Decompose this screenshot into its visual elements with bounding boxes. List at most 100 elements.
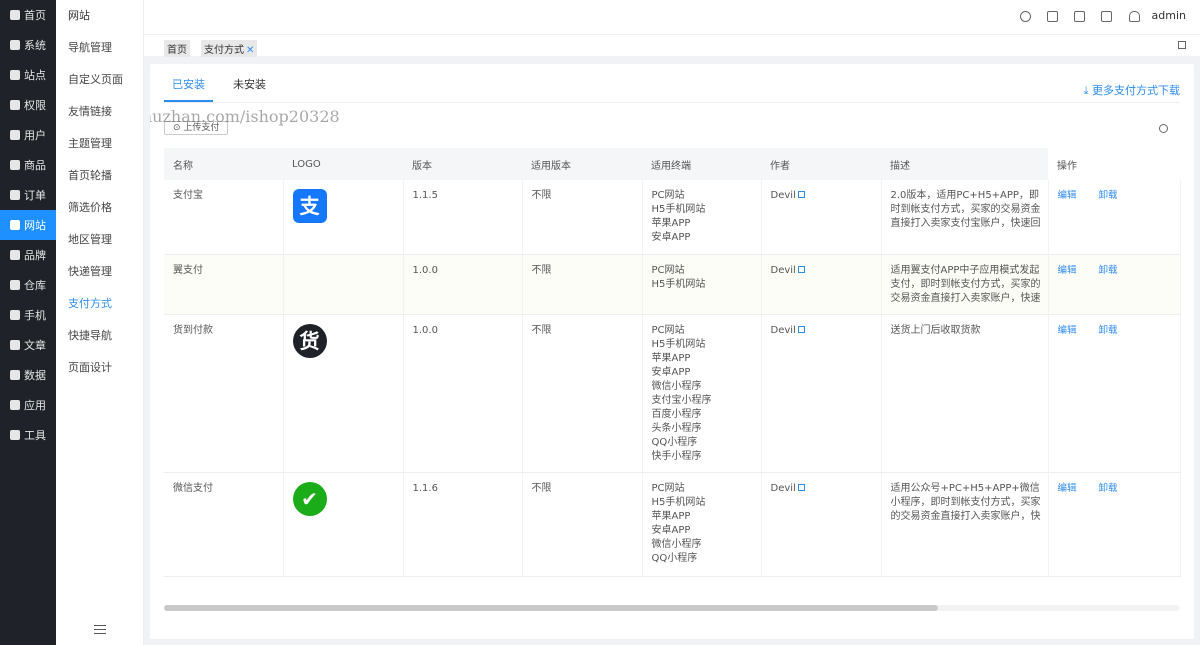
applicable-version: 不限 [522,180,643,255]
edit-link[interactable]: 编辑 [1058,265,1077,276]
wechat-logo-icon: ✔ [292,481,327,516]
secondary-nav-item-8[interactable]: 支付方式 [56,288,143,320]
page-tab-bar: 首页 支付方式 ✕ [144,34,1200,57]
website-icon [10,220,20,230]
terminal-item: PC网站 [651,190,685,201]
edit-link[interactable]: 编辑 [1058,325,1077,336]
logo-cell: ✔ [283,472,404,577]
tab-installed[interactable]: 已安装 [164,74,213,102]
payment-name: 货到付款 [164,314,284,473]
uninstall-link[interactable]: 卸载 [1099,190,1118,201]
author-link[interactable]: Devil [761,180,882,255]
payment-table: 名称 LOGO 版本 适用版本 适用终端 作者 描述 操作 支付宝支 1.1.5 不限 PC网站 H5… [164,148,1181,577]
terminal-item: QQ小程序 [651,436,698,448]
user-name[interactable]: admin [1152,9,1186,22]
sidebar-item-1[interactable]: 系统 [0,30,56,60]
more-download-link[interactable]: ⤓ 更多支付方式下载 [1084,82,1180,98]
terminal-item: H5手机网站 [651,338,706,350]
secondary-nav-item-1[interactable]: 自定义页面 [56,64,143,96]
article-icon [10,340,20,350]
secondary-sidebar: 网站 导航管理 自定义页面 友情链接 主题管理 首页轮播 筛选价格 地区管理 快递管理 支付方式… [56,0,144,645]
sidebar-item-12[interactable]: 数据 [0,360,56,390]
sidebar-item-14[interactable]: 工具 [0,420,56,450]
sidebar-item-7[interactable]: 网站 [0,210,56,240]
logo-cell: 支 [283,180,404,255]
uninstall-link[interactable]: 卸载 [1099,265,1118,276]
author-link[interactable]: Devil [761,472,882,577]
store-icon[interactable] [1047,11,1058,22]
app-icon [10,400,20,410]
sidebar-item-3[interactable]: 权限 [0,90,56,120]
author-link[interactable]: Devil [761,254,882,315]
description-text: 适用翼支付APP中子应用模式发起支付，即时到帐支付方式，买家的交易资金直接打入卖… [890,264,1041,304]
brand-icon [10,250,20,260]
sidebar-item-0[interactable]: 首页 [0,0,56,30]
install-tabs: 已安装 未安装 [164,74,286,104]
sidebar-item-8[interactable]: 品牌 [0,240,56,270]
phone-icon [10,310,20,320]
uninstall-link[interactable]: 卸载 [1099,483,1118,494]
column-header: 适用终端 [642,148,761,180]
sidebar-item-4[interactable]: 用户 [0,120,56,150]
theme-icon[interactable] [1020,11,1031,22]
sidebar-item-11[interactable]: 文章 [0,330,56,360]
column-header: LOGO [283,148,403,180]
author-link[interactable]: Devil [761,314,882,473]
sidebar-item-2[interactable]: 站点 [0,60,56,90]
uninstall-link[interactable]: 卸载 [1099,325,1118,336]
description-text: 送货上门后收取货款 [890,324,981,336]
secondary-nav-item-4[interactable]: 首页轮播 [56,160,143,192]
secondary-nav-item-3[interactable]: 主题管理 [56,128,143,160]
terminal-item: 快手小程序 [651,450,702,462]
page-tab-home[interactable]: 首页 [164,40,190,57]
secondary-nav-item-10[interactable]: 页面设计 [56,352,143,384]
main-panel: 已安装 未安装 ⤓ 更多支付方式下载 ⊙ 上传支付 名称 LOGO 版本 适用版本 适用… [150,64,1194,639]
applicable-version: 不限 [522,254,643,315]
secondary-nav-item-6[interactable]: 地区管理 [56,224,143,256]
tab-not-installed[interactable]: 未安装 [225,74,274,102]
sidebar-item-5[interactable]: 商品 [0,150,56,180]
version: 1.0.0 [403,254,523,315]
column-header: 作者 [761,148,881,180]
sidebar-item-10[interactable]: 手机 [0,300,56,330]
edit-link[interactable]: 编辑 [1058,190,1077,201]
warehouse-icon [10,280,20,290]
edit-link[interactable]: 编辑 [1058,483,1077,494]
sidebar-item-6[interactable]: 订单 [0,180,56,210]
version: 1.1.6 [403,472,523,577]
secondary-nav-item-5[interactable]: 筛选价格 [56,192,143,224]
horizontal-scrollbar[interactable] [164,605,1180,611]
column-header: 操作 [1048,148,1180,180]
actions-cell: 编辑 卸载 [1048,314,1181,473]
terminal-item: 支付宝小程序 [651,394,712,406]
close-icon[interactable]: ✕ [246,45,254,56]
permission-icon [10,100,20,110]
page-tab-payment[interactable]: 支付方式 ✕ [201,40,258,57]
payment-name: 翼支付 [164,254,284,315]
fullscreen-icon[interactable] [1074,11,1085,22]
terminal-item: 安卓APP [651,366,691,378]
description-cell: 2.0版本，适用PC+H5+APP，即时到帐支付方式，买家的交易资金直接打入卖家… [881,180,1049,255]
tab-menu-icon[interactable] [1178,41,1186,49]
terminal-item: 安卓APP [651,232,691,243]
bell-icon[interactable] [1129,11,1140,22]
goods-icon [10,160,20,170]
column-header: 名称 [164,148,283,180]
secondary-nav-item-7[interactable]: 快递管理 [56,256,143,288]
collapse-menu-icon[interactable] [94,625,106,635]
scrollbar-thumb[interactable] [164,605,938,611]
table-settings-icon[interactable] [1159,124,1168,133]
sidebar-item-13[interactable]: 应用 [0,390,56,420]
secondary-nav-item-2[interactable]: 友情链接 [56,96,143,128]
sidebar-item-9[interactable]: 仓库 [0,270,56,300]
terminal-item: 苹果APP [651,352,691,364]
secondary-nav-item-0[interactable]: 导航管理 [56,32,143,64]
user-icon [10,130,20,140]
home-link-icon[interactable] [1101,11,1112,22]
payment-name: 支付宝 [164,180,284,255]
secondary-nav-item-9[interactable]: 快捷导航 [56,320,143,352]
watermark: http://www.huzhan.com/ishop20328 [150,107,340,126]
terminal-item: 微信小程序 [651,538,702,550]
applicable-version: 不限 [522,472,643,577]
table-row: 支付宝支 1.1.5 不限 PC网站 H5手机网站 苹果APP 安卓APP Devil 2.0版… [164,180,1181,255]
